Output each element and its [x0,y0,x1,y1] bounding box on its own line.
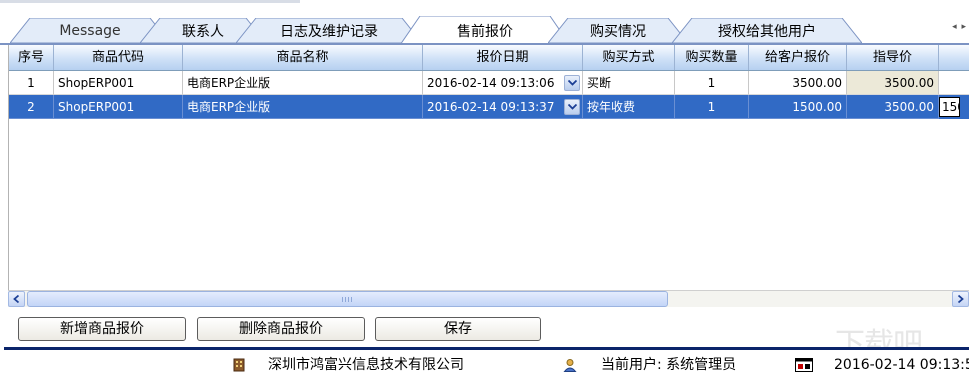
cell-price[interactable]: 3500.00 [749,71,847,95]
chevron-down-icon [568,104,577,110]
chevron-down-icon [568,80,577,86]
column-header-seq[interactable]: 序号 [9,45,54,70]
company-name: 深圳市鸿富兴信息技术有限公司 [268,357,464,373]
add-quote-button[interactable]: 新增商品报价 [18,317,186,341]
table-row[interactable]: 1 ShopERP001 电商ERP企业版 2016-02-14 09:13:0… [9,71,969,95]
scroll-left-button[interactable] [8,291,25,307]
cell-seq[interactable]: 1 [9,71,54,95]
tab-label: Message [59,22,121,39]
cell-date-text: 2016-02-14 09:13:37 [427,100,555,114]
tab-label: 授权给其他用户 [718,23,816,40]
cell-date[interactable]: 2016-02-14 09:13:37 [423,95,583,119]
cell-date-text: 2016-02-14 09:13:06 [427,76,555,90]
quote-grid: 序号 商品代码 商品名称 报价日期 购买方式 购买数量 给客户报价 指导价 1 … [8,45,969,290]
cell-name[interactable]: 电商ERP企业版 [183,95,423,119]
delete-quote-button[interactable]: 删除商品报价 [197,317,365,341]
column-header-method[interactable]: 购买方式 [583,45,675,70]
column-header-qty[interactable]: 购买数量 [675,45,749,70]
dropdown-button[interactable] [564,99,580,115]
tab-purchase[interactable]: 购买情况 [548,18,688,43]
table-row-selected[interactable]: 2 ShopERP001 电商ERP企业版 2016-02-14 09:13:3… [9,95,969,119]
top-divider [0,0,300,3]
scroll-thumb[interactable] [27,291,668,307]
chevron-left-icon [13,294,20,304]
cell-qty[interactable]: 1 [675,95,749,119]
tab-label: 日志及维护记录 [280,23,378,40]
column-header-date[interactable]: 报价日期 [423,45,583,70]
cell-guide: 3500.00 [847,95,939,119]
tab-label: 联系人 [182,23,224,40]
horizontal-scrollbar[interactable] [8,290,969,307]
column-header-guide[interactable]: 指导价 [847,45,939,70]
cell-extra-editor[interactable]: 150 [939,97,960,117]
calendar-icon [795,358,813,372]
scroll-right-button[interactable] [952,291,969,307]
column-header-code[interactable]: 商品代码 [54,45,183,70]
column-header-extra[interactable] [939,45,969,70]
current-user: 当前用户: 系统管理员 [601,357,737,373]
status-bar [0,350,969,376]
cell-price[interactable]: 1500.00 [749,95,847,119]
cell-qty[interactable]: 1 [675,71,749,95]
top-strip [0,0,969,14]
cell-name[interactable]: 电商ERP企业版 [183,71,423,95]
cell-code[interactable]: ShopERP001 [54,95,183,119]
grip-icon [342,297,354,302]
cell-guide: 3500.00 [847,71,939,95]
tab-presale-quote[interactable]: 售前报价 [400,16,570,45]
cell-method[interactable]: 买断 [583,71,675,95]
tab-logs[interactable]: 日志及维护记录 [236,18,422,43]
save-button[interactable]: 保存 [375,317,541,341]
cell-date[interactable]: 2016-02-14 09:13:06 [423,71,583,95]
column-header-name[interactable]: 商品名称 [183,45,423,70]
cell-method[interactable]: 按年收费 [583,95,675,119]
tab-authorize[interactable]: 授权给其他用户 [672,18,862,43]
tab-label: 购买情况 [590,23,646,40]
building-icon [233,358,245,372]
cell-seq[interactable]: 2 [9,95,54,119]
chevron-right-icon [957,294,964,304]
dropdown-button[interactable] [564,75,580,91]
status-datetime: 2016-02-14 09:13:55 [834,357,969,373]
tab-label: 售前报价 [457,23,513,40]
cell-extra[interactable] [939,71,969,95]
user-icon [563,359,577,372]
grid-header: 序号 商品代码 商品名称 报价日期 购买方式 购买数量 给客户报价 指导价 [9,45,969,71]
cell-code[interactable]: ShopERP001 [54,71,183,95]
column-header-price[interactable]: 给客户报价 [749,45,847,70]
tab-scroll-arrows[interactable]: ◂ ▸ [952,22,967,32]
